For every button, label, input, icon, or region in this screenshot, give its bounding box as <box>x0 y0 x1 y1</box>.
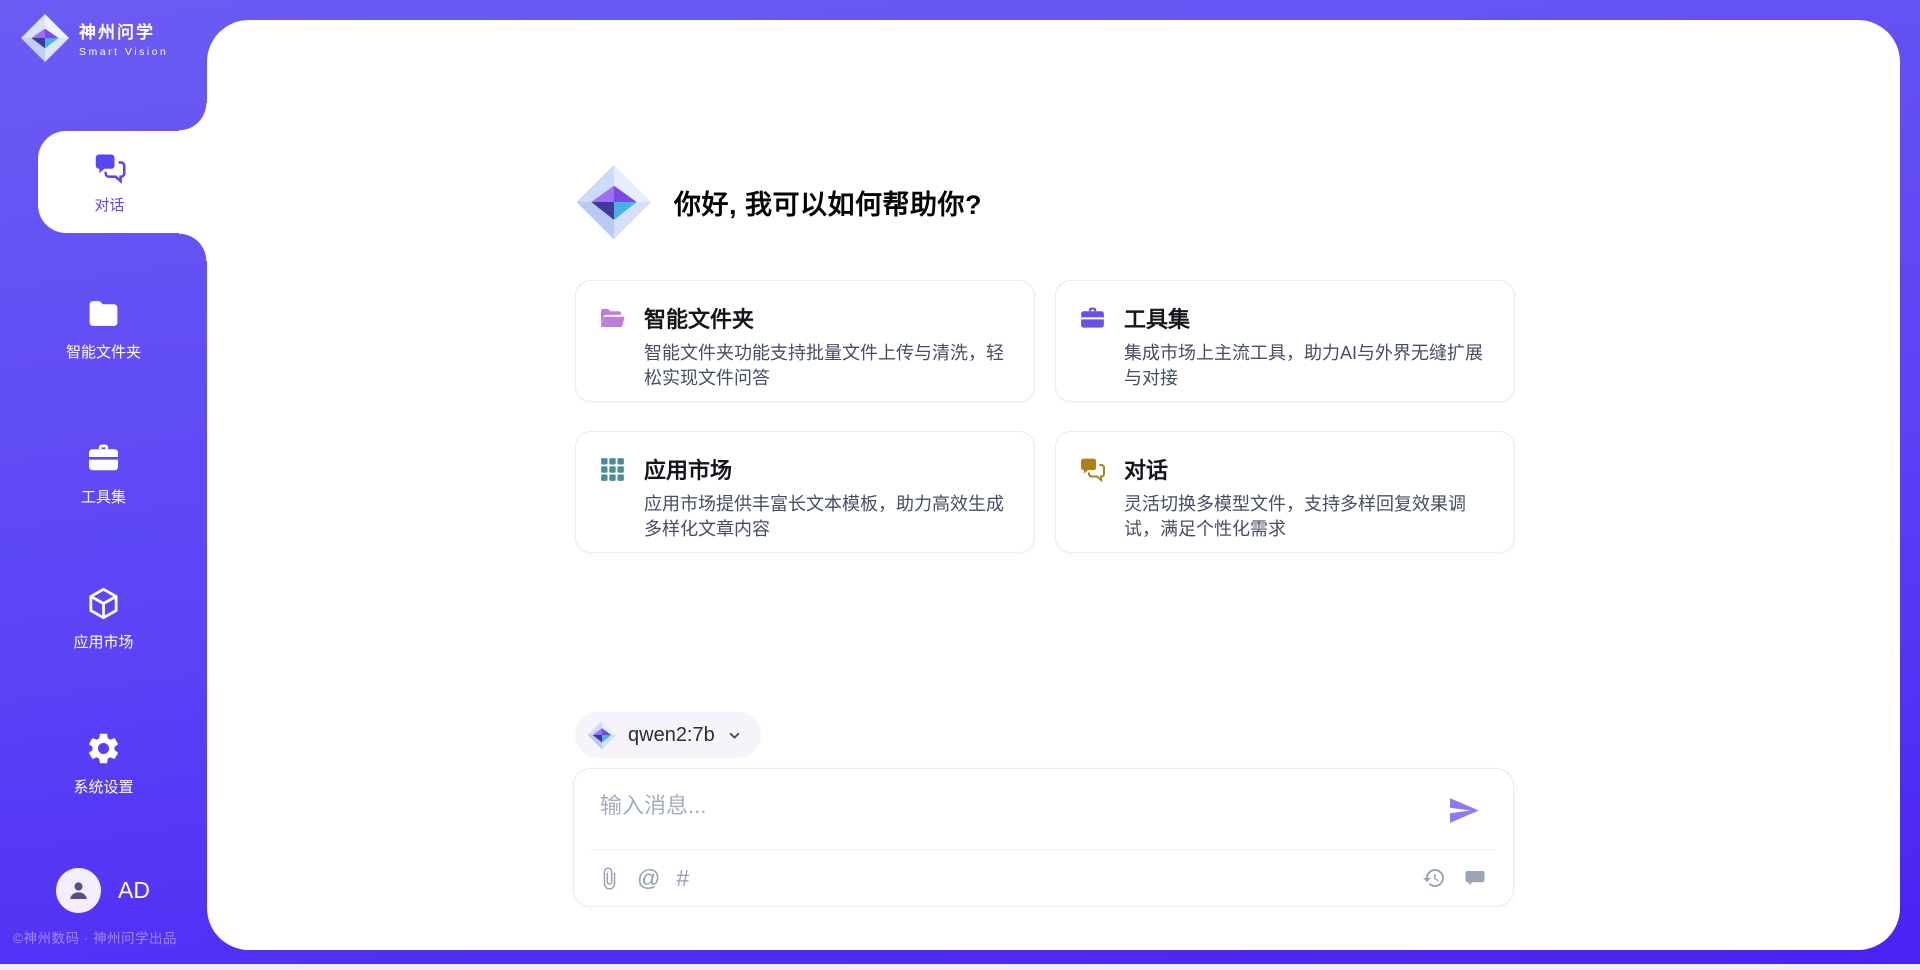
model-name: qwen2:7b <box>628 724 715 747</box>
chat-bubbles-icon <box>1078 455 1107 484</box>
card-description: 智能文件夹功能支持批量文件上传与清洗，轻松实现文件问答 <box>644 341 1016 391</box>
main-content: 你好, 我可以如何帮助你? 智能文件夹 智能文件夹功能支持批量文件上传与清洗，轻… <box>207 20 1900 950</box>
brand-subtitle: Smart Vision <box>79 46 168 58</box>
message-composer: @ # <box>573 768 1514 907</box>
sidebar-item-label: 智能文件夹 <box>66 341 141 362</box>
app-grid-icon <box>598 455 627 484</box>
person-icon <box>65 877 92 904</box>
card-title: 工具集 <box>1124 302 1190 334</box>
hash-icon: # <box>676 867 689 890</box>
paperclip-icon <box>598 867 621 890</box>
sidebar-item-chat[interactable]: 对话 <box>38 131 207 233</box>
feature-cards: 智能文件夹 智能文件夹功能支持批量文件上传与清洗，轻松实现文件问答 工具集 集成… <box>575 280 1516 553</box>
copyright-footer: ©神州数码 · 神州问学出品 <box>13 927 177 947</box>
greeting-text: 你好, 我可以如何帮助你? <box>674 183 982 222</box>
at-icon: @ <box>637 867 660 890</box>
topic-button[interactable]: # <box>676 867 689 890</box>
feature-card-chat[interactable]: 对话 灵活切换多模型文件，支持多样回复效果调试，满足个性化需求 <box>1055 431 1515 553</box>
card-description: 灵活切换多模型文件，支持多样回复效果调试，满足个性化需求 <box>1124 492 1496 542</box>
brand-diamond-icon <box>20 13 70 63</box>
chat-bubble-icon <box>1463 866 1487 890</box>
message-input[interactable] <box>598 786 1402 844</box>
avatar <box>56 868 101 913</box>
briefcase-icon <box>85 440 122 477</box>
folder-open-icon <box>598 304 627 333</box>
mention-button[interactable]: @ <box>637 867 660 890</box>
sidebar-item-label: 应用市场 <box>73 631 133 652</box>
card-title: 应用市场 <box>644 453 732 485</box>
composer-toolbar: @ # <box>598 850 1487 906</box>
sidebar-item-toolset[interactable]: 工具集 <box>0 440 207 507</box>
history-icon <box>1422 866 1446 890</box>
card-title: 智能文件夹 <box>644 302 754 334</box>
feature-card-toolset[interactable]: 工具集 集成市场上主流工具，助力AI与外界无缝扩展与对接 <box>1055 280 1515 402</box>
sidebar-item-label: 对话 <box>94 194 124 215</box>
assistant-diamond-icon <box>575 162 653 242</box>
user-account[interactable]: AD <box>56 868 150 913</box>
new-chat-button[interactable] <box>1463 866 1487 890</box>
user-name: AD <box>118 877 150 904</box>
model-selector[interactable]: qwen2:7b <box>575 712 761 758</box>
sidebar-item-settings[interactable]: 系统设置 <box>0 730 207 797</box>
horizontal-scrollbar[interactable] <box>0 964 1920 970</box>
card-title: 对话 <box>1124 453 1168 485</box>
feature-card-app-market[interactable]: 应用市场 应用市场提供丰富长文本模板，助力高效生成多样化文章内容 <box>575 431 1035 553</box>
attach-file-button[interactable] <box>598 867 621 890</box>
folder-icon <box>85 295 122 332</box>
send-button[interactable] <box>1447 794 1480 827</box>
brand-name: 神州问学 <box>79 18 168 43</box>
greeting-header: 你好, 我可以如何帮助你? <box>575 162 982 242</box>
sidebar-item-app-market[interactable]: 应用市场 <box>0 585 207 652</box>
card-description: 应用市场提供丰富长文本模板，助力高效生成多样化文章内容 <box>644 492 1016 542</box>
cube-icon <box>85 585 122 622</box>
sidebar-item-label: 工具集 <box>81 486 126 507</box>
card-description: 集成市场上主流工具，助力AI与外界无缝扩展与对接 <box>1124 341 1496 391</box>
briefcase-icon <box>1078 304 1107 333</box>
app-window: 神州问学 Smart Vision 对话 智能文件夹 <box>0 0 1920 970</box>
gear-icon <box>85 730 122 767</box>
chevron-down-icon <box>726 727 743 744</box>
chat-bubbles-icon <box>92 150 128 186</box>
sidebar-item-smart-folder[interactable]: 智能文件夹 <box>0 295 207 362</box>
sidebar: 神州问学 Smart Vision 对话 智能文件夹 <box>0 0 207 970</box>
history-button[interactable] <box>1422 866 1446 890</box>
model-diamond-icon <box>587 720 617 750</box>
brand-logo: 神州问学 Smart Vision <box>20 13 168 63</box>
send-icon <box>1447 794 1480 827</box>
sidebar-item-label: 系统设置 <box>73 776 133 797</box>
feature-card-smart-folder[interactable]: 智能文件夹 智能文件夹功能支持批量文件上传与清洗，轻松实现文件问答 <box>575 280 1035 402</box>
